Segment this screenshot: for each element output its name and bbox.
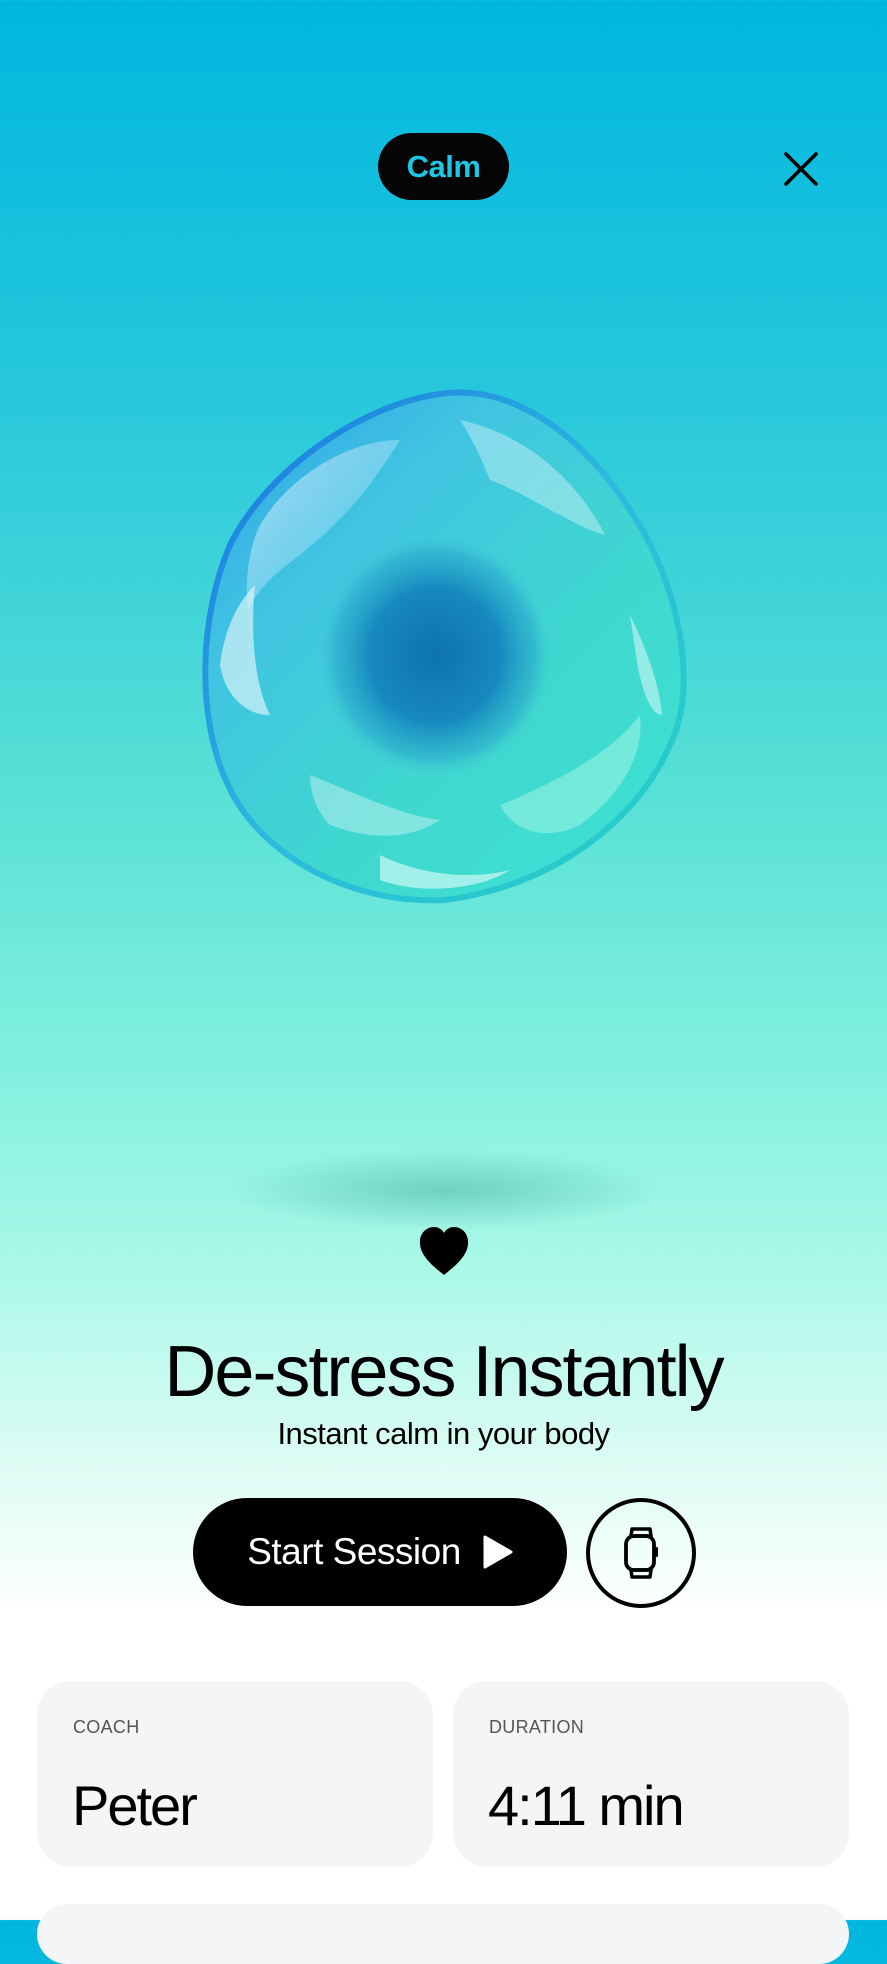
start-session-button[interactable]: Start Session	[193, 1498, 567, 1606]
next-card	[37, 1904, 849, 1964]
favorite-button[interactable]	[417, 1225, 471, 1277]
breathing-orb	[200, 385, 690, 905]
orb-shadow	[230, 1150, 660, 1230]
duration-card: DURATION 4:11 min	[453, 1681, 849, 1867]
watch-icon	[624, 1527, 658, 1579]
close-button[interactable]	[776, 144, 826, 194]
coach-label: COACH	[73, 1717, 140, 1737]
coach-card: COACH Peter	[37, 1681, 433, 1867]
mode-pill[interactable]: Calm	[378, 133, 509, 200]
close-icon	[784, 152, 818, 186]
session-subtitle: Instant calm in your body	[277, 1416, 610, 1451]
heart-icon	[419, 1227, 469, 1275]
duration-value: 4:11 min	[488, 1774, 685, 1837]
start-session-label: Start Session	[247, 1531, 461, 1572]
play-icon	[483, 1535, 513, 1569]
duration-label: DURATION	[489, 1717, 585, 1737]
coach-value: Peter	[72, 1774, 198, 1837]
mode-label: Calm	[406, 148, 481, 184]
watch-button[interactable]	[586, 1498, 696, 1608]
session-title: De-stress Instantly	[164, 1332, 724, 1412]
